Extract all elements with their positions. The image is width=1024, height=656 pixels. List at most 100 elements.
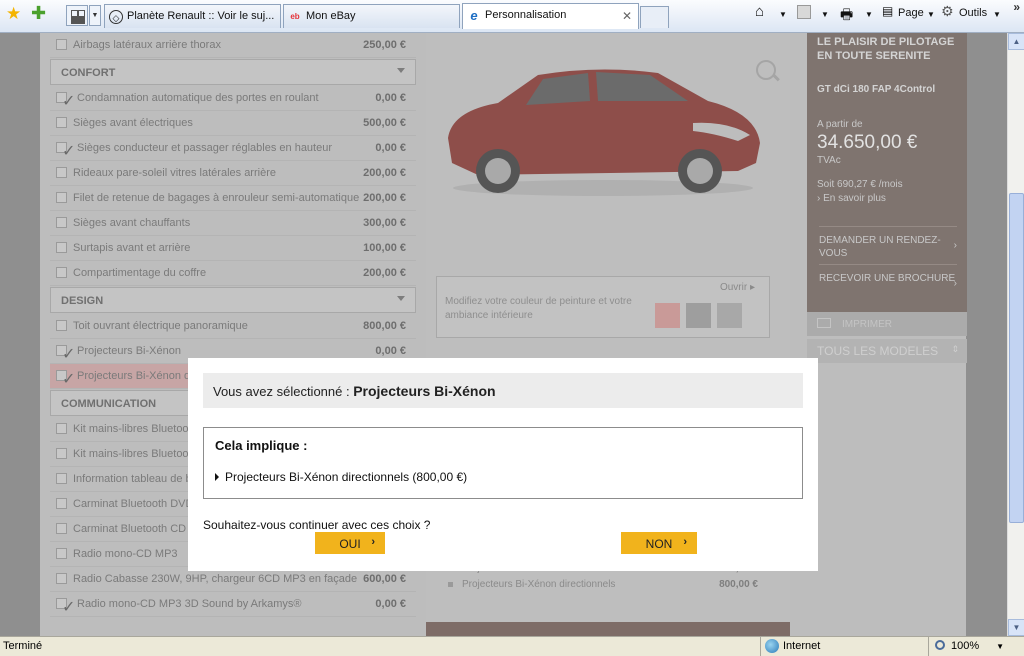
option-row[interactable]: Compartimentage du coffre 200,00 €	[50, 261, 416, 286]
option-checkbox[interactable]: ✓	[56, 142, 75, 160]
option-checkbox[interactable]	[56, 423, 67, 434]
option-checkbox[interactable]	[56, 473, 67, 484]
chevron-down-icon	[397, 296, 405, 301]
option-row[interactable]: Surtapis avant et arrière 100,00 €	[50, 236, 416, 261]
paint-ambiance-box[interactable]: Ouvrir ▸ Modifiez votre couleur de peint…	[436, 276, 770, 338]
tab-personnalisation[interactable]: e Personnalisation ✕	[462, 3, 639, 29]
open-link[interactable]: Ouvrir ▸	[720, 282, 755, 293]
vertical-scrollbar[interactable]: ▲ ▼	[1007, 33, 1024, 636]
trim-swatch[interactable]	[717, 303, 742, 328]
page-menu-button[interactable]: Page	[898, 7, 924, 19]
option-row[interactable]: Toit ouvrant électrique panoramique 800,0…	[50, 314, 416, 339]
option-price: 100,00 €	[363, 242, 406, 254]
scroll-down-icon[interactable]: ▼	[1008, 619, 1024, 636]
selected-prefix: Vous avez sélectionné :	[213, 384, 354, 399]
request-brochure-link[interactable]: RECEVOIR UNE BROCHURE ›	[819, 264, 957, 302]
option-checkbox[interactable]	[56, 192, 67, 203]
option-checkbox[interactable]	[56, 523, 67, 534]
chevron-right-icon: ›	[953, 240, 957, 251]
section-design-header[interactable]: DESIGN	[50, 287, 416, 313]
option-price: 250,00 €	[363, 39, 406, 51]
option-checkbox[interactable]	[56, 320, 67, 331]
section-title: COMMUNICATION	[61, 398, 157, 410]
option-label: Compartimentage du coffre	[73, 267, 207, 279]
interior-ambiance-swatch[interactable]	[686, 303, 711, 328]
new-tab-button[interactable]	[640, 6, 669, 28]
tools-menu-button[interactable]: Outils	[959, 7, 987, 19]
yes-button[interactable]: OUI ›	[315, 532, 385, 554]
request-appointment-link[interactable]: DEMANDER UN RENDEZ-VOUS ›	[819, 226, 957, 264]
no-button[interactable]: NON ›	[621, 532, 697, 554]
zoom-control[interactable]: 100% ▼	[928, 637, 1024, 656]
option-checkbox[interactable]: ✓	[56, 92, 75, 110]
option-row[interactable]: Airbags latéraux arrière thorax 250,00 €	[50, 33, 416, 58]
option-checkbox[interactable]: ✓	[56, 370, 75, 388]
option-checkbox[interactable]	[56, 498, 67, 509]
feed-chevron-down-icon[interactable]: ▼	[821, 10, 829, 19]
option-checkbox[interactable]	[56, 39, 67, 50]
status-text: Terminé	[3, 640, 43, 652]
option-row[interactable]: ✓ Sièges conducteur et passager réglables…	[50, 136, 416, 161]
option-checkbox[interactable]	[56, 217, 67, 228]
print-chevron-down-icon[interactable]: ▼	[865, 10, 873, 19]
quick-tabs-icon[interactable]	[66, 5, 88, 26]
section-confort-header[interactable]: CONFORT	[50, 59, 416, 85]
zoom-icon[interactable]	[756, 60, 776, 80]
home-icon[interactable]: ⌂	[755, 3, 764, 20]
checkmark-icon: ✓	[62, 371, 76, 388]
option-label: Condamnation automatique des portes en r…	[77, 92, 319, 104]
tools-chevron-down-icon[interactable]: ▼	[993, 10, 1001, 19]
option-checkbox[interactable]	[56, 267, 67, 278]
checkmark-icon: ✓	[62, 599, 76, 616]
price-from-label: A partir de	[817, 119, 863, 130]
option-label: Toit ouvrant électrique panoramique	[73, 320, 248, 332]
tab-list-chevron-down-icon[interactable]: ▼	[89, 5, 101, 26]
ebay-icon: eb	[290, 12, 300, 21]
rss-feed-icon[interactable]	[797, 5, 811, 19]
page-chevron-down-icon[interactable]: ▼	[927, 10, 935, 19]
option-checkbox[interactable]: ✓	[56, 345, 75, 363]
option-row[interactable]: Sièges avant électriques 500,00 €	[50, 111, 416, 136]
paint-color-swatch[interactable]	[655, 303, 680, 328]
option-label: Sièges avant chauffants	[73, 217, 191, 229]
all-models-dropdown[interactable]: TOUS LES MODELES ⇕	[807, 339, 967, 363]
option-checkbox[interactable]	[56, 167, 67, 178]
sidebar-title: LE PLAISIR DE PILOTAGE EN TOUTE SERENITE	[817, 36, 955, 62]
option-checkbox[interactable]	[56, 573, 67, 584]
scroll-thumb[interactable]	[1009, 193, 1024, 523]
option-row[interactable]: Sièges avant chauffants 300,00 €	[50, 211, 416, 236]
add-favorite-icon[interactable]: ✚	[31, 3, 46, 24]
implies-title: Cela implique :	[215, 438, 308, 453]
sort-arrows-icon: ⇕	[951, 344, 959, 354]
toolbar-overflow-icon[interactable]: »	[1013, 0, 1020, 14]
implications-box: Cela implique : Projecteurs Bi-Xénon dir…	[203, 427, 803, 499]
scroll-up-icon[interactable]: ▲	[1008, 33, 1024, 50]
favorites-star-icon[interactable]: ★	[6, 4, 21, 24]
option-row[interactable]: ✓ Radio mono-CD MP3 3D Sound by Arkamys® 0…	[50, 592, 416, 617]
option-label: Sièges avant électriques	[73, 117, 193, 129]
option-row[interactable]: ✓ Condamnation automatique des portes en …	[50, 86, 416, 111]
print-icon[interactable]: 🖶	[840, 4, 853, 28]
ie-icon: e	[470, 8, 478, 23]
security-zone[interactable]: Internet	[760, 637, 925, 656]
learn-more-link[interactable]: › En savoir plus	[817, 193, 886, 204]
print-button[interactable]: IMPRIMER	[807, 312, 967, 336]
option-price: 200,00 €	[363, 192, 406, 204]
gear-icon: ⚙	[941, 3, 954, 19]
option-label: Carminat Bluetooth DVD	[73, 498, 194, 510]
summary-item: Projecteurs Bi-Xénon directionnels	[448, 579, 615, 590]
home-chevron-down-icon[interactable]: ▼	[779, 10, 787, 19]
option-checkbox[interactable]: ✓	[56, 598, 75, 616]
option-checkbox[interactable]	[56, 448, 67, 459]
option-checkbox[interactable]	[56, 242, 67, 253]
option-checkbox[interactable]	[56, 117, 67, 128]
option-checkbox[interactable]	[56, 548, 67, 559]
tab-planete-renault[interactable]: ◇ Planète Renault :: Voir le suj...	[104, 4, 281, 28]
option-row[interactable]: Rideaux pare-soleil vitres latérales arr…	[50, 161, 416, 186]
selected-item: Projecteurs Bi-Xénon	[353, 383, 496, 399]
renault-icon: ◇	[109, 10, 123, 24]
chevron-right-icon: ›	[371, 536, 375, 548]
close-tab-icon[interactable]: ✕	[622, 9, 632, 23]
tab-mon-ebay[interactable]: eb Mon eBay	[283, 4, 460, 28]
option-row[interactable]: Filet de retenue de bagages à enrouleur …	[50, 186, 416, 211]
